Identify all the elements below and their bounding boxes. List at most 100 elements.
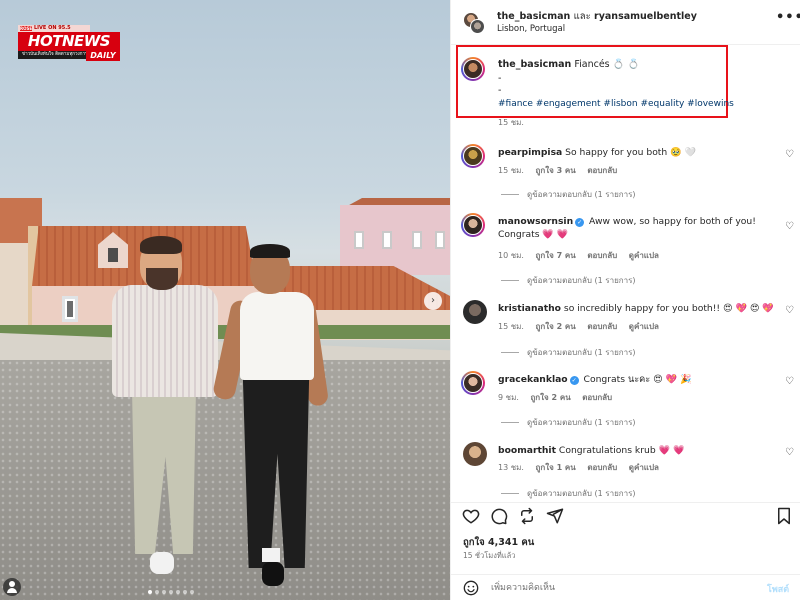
person-right-shoe: [262, 562, 284, 586]
hotnews-daily-logo: ROSE LIVE ON 95.5 HOTNEWS ข่าวบันเทิงทันใ…: [18, 25, 120, 67]
post-authors: the_basicman และ ryansamuelbentley: [497, 9, 697, 24]
comment-item: kristianatho so incredibly happy for you…: [451, 300, 800, 382]
avatar[interactable]: [461, 213, 485, 237]
comment-likes[interactable]: ถูกใจ 2 คน: [530, 393, 570, 402]
person-left-shoe: [150, 552, 174, 574]
heart-icon[interactable]: ♡: [785, 150, 795, 160]
comment-username[interactable]: boomarthit: [498, 445, 556, 456]
avatar: [470, 19, 485, 34]
comment-likes[interactable]: ถูกใจ 7 คน: [536, 251, 576, 260]
avatar[interactable]: [463, 442, 487, 466]
action-bar: [451, 502, 800, 528]
repost-icon[interactable]: [518, 507, 536, 530]
comment-time: 15 ชม.: [498, 166, 524, 175]
caption-text: Fiancés 💍 💍: [574, 59, 640, 70]
translate-button[interactable]: ดูคำแปล: [629, 251, 659, 260]
comment-username[interactable]: gracekanklao: [498, 374, 568, 385]
carousel-dot: [183, 590, 187, 594]
comment-likes[interactable]: ถูกใจ 1 คน: [536, 463, 576, 472]
tagged-users-icon[interactable]: [3, 578, 21, 596]
chevron-right-icon[interactable]: ›: [424, 292, 442, 310]
view-replies-button[interactable]: ดูข้อความตอบกลับ (1 รายการ): [501, 346, 636, 359]
logo-pill: ROSE: [20, 26, 33, 31]
caption-hashtags[interactable]: #fiance #engagement #lisbon #equality #l…: [498, 99, 734, 109]
comment-input[interactable]: [491, 579, 761, 597]
comment-body: gracekanklao ✓ Congrats นะคะ 😍 💖 🎉: [498, 373, 778, 386]
carousel-dot: [148, 590, 152, 594]
heart-icon[interactable]: [462, 507, 480, 530]
caption-line: -: [498, 73, 502, 84]
carousel-dot: [176, 590, 180, 594]
author-link[interactable]: the_basicman: [497, 11, 570, 22]
send-icon[interactable]: [546, 507, 564, 530]
comment-body: kristianatho so incredibly happy for you…: [498, 302, 778, 315]
avatar[interactable]: [463, 300, 487, 324]
caption-username[interactable]: the_basicman: [498, 59, 571, 70]
comment-item: gracekanklao ✓ Congrats นะคะ 😍 💖 🎉 ♡ 9 ชม…: [451, 371, 800, 453]
comment-meta: 10 ชม. ถูกใจ 7 คน ตอบกลับ ดูคำแปล: [498, 249, 668, 262]
comment-text: So happy for you both 🥹 🤍: [565, 147, 696, 158]
collab-avatars[interactable]: [463, 12, 485, 34]
view-replies-button[interactable]: ดูข้อความตอบกลับ (1 รายการ): [501, 274, 636, 287]
avatar[interactable]: [461, 144, 485, 168]
logo-main-text: HOTNEWS: [18, 32, 120, 51]
comment-icon[interactable]: [490, 507, 508, 530]
reply-button[interactable]: ตอบกลับ: [587, 322, 617, 331]
person-left-beard: [146, 268, 178, 290]
carousel-dots: [148, 590, 194, 594]
translate-button[interactable]: ดูคำแปล: [629, 463, 659, 472]
and-word: และ: [573, 11, 591, 22]
verified-badge-icon: ✓: [575, 218, 585, 227]
reply-button[interactable]: ตอบกลับ: [587, 463, 617, 472]
post-photo[interactable]: ROSE LIVE ON 95.5 HOTNEWS ข่าวบันเทิงทันใ…: [0, 0, 450, 600]
comment-likes[interactable]: ถูกใจ 3 คน: [536, 166, 576, 175]
location-link[interactable]: Lisbon, Portugal: [497, 24, 565, 34]
reply-button[interactable]: ตอบกลับ: [582, 393, 612, 402]
more-horizontal-icon[interactable]: •••: [776, 10, 800, 25]
comment-meta: 13 ชม. ถูกใจ 1 คน ตอบกลับ ดูคำแปล: [498, 461, 668, 474]
view-replies-button[interactable]: ดูข้อความตอบกลับ (1 รายการ): [501, 188, 636, 201]
comment-username[interactable]: kristianatho: [498, 303, 561, 314]
emoji-icon[interactable]: [463, 580, 479, 600]
person-right-sock: [262, 548, 280, 562]
author-link[interactable]: ryansamuelbentley: [594, 11, 697, 22]
bookmark-icon[interactable]: [776, 507, 792, 530]
verified-badge-icon: ✓: [569, 376, 579, 385]
post-button[interactable]: โพสต์: [767, 582, 789, 596]
comment-body: boomarthit Congratulations krub 💗 💗: [498, 444, 778, 457]
person-right-hair: [250, 244, 290, 258]
likes-count[interactable]: ถูกใจ 4,341 คน: [463, 535, 534, 550]
heart-icon[interactable]: ♡: [785, 222, 795, 232]
comment-meta: 9 ชม. ถูกใจ 2 คน ตอบกลับ: [498, 391, 630, 404]
translate-button[interactable]: ดูคำแปล: [629, 322, 659, 331]
comment-text: Congrats นะคะ 😍 💖 🎉: [583, 374, 692, 385]
avatar[interactable]: [461, 371, 485, 395]
view-replies-button[interactable]: ดูข้อความตอบกลับ (1 รายการ): [501, 487, 636, 500]
comment-username[interactable]: pearpimpisa: [498, 147, 562, 158]
heart-icon[interactable]: ♡: [785, 377, 795, 387]
comment-meta: 15 ชม. ถูกใจ 3 คน ตอบกลับ: [498, 164, 635, 177]
heart-icon[interactable]: ♡: [785, 448, 795, 458]
person-right-tank-top: [240, 292, 314, 380]
comment-username[interactable]: manowsornsin: [498, 216, 573, 227]
carousel-dot: [169, 590, 173, 594]
comment-likes[interactable]: ถูกใจ 2 คน: [536, 322, 576, 331]
reply-button[interactable]: ตอบกลับ: [587, 166, 617, 175]
comment-time: 13 ชม.: [498, 463, 524, 472]
pink-building: [340, 205, 450, 275]
post-detail-panel: the_basicman และ ryansamuelbentley Lisbo…: [450, 0, 800, 600]
view-replies-button[interactable]: ดูข้อความตอบกลับ (1 รายการ): [501, 416, 636, 429]
heart-icon[interactable]: ♡: [785, 306, 795, 316]
person-left-hair: [140, 236, 182, 254]
carousel-dot: [155, 590, 159, 594]
carousel-dot: [190, 590, 194, 594]
post-timestamp[interactable]: 15 ชั่วโมงที่แล้ว: [463, 550, 515, 562]
comment-item: pearpimpisa So happy for you both 🥹 🤍 ♡ …: [451, 144, 800, 226]
reply-button[interactable]: ตอบกลับ: [587, 251, 617, 260]
logo-top-text: LIVE ON 95.5: [34, 25, 71, 31]
comment-time: 9 ชม.: [498, 393, 519, 402]
caption-first-line: the_basicman Fiancés 💍 💍: [498, 59, 639, 70]
caption-avatar[interactable]: [461, 57, 485, 81]
window: [62, 296, 78, 322]
comment-item: manowsornsin ✓ Aww wow, so happy for both…: [451, 213, 800, 295]
